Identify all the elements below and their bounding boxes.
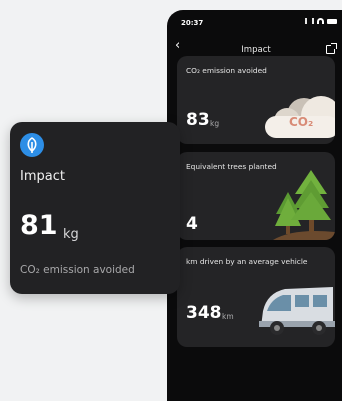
trees-planted-card[interactable]: Equivalent trees planted 4 bbox=[177, 152, 335, 240]
card-value: 348 bbox=[186, 303, 222, 323]
widget-unit: kg bbox=[63, 227, 79, 242]
status-icons bbox=[305, 18, 337, 24]
card-label: Equivalent trees planted bbox=[186, 162, 277, 171]
card-value: 4 bbox=[186, 214, 198, 234]
nav-bar: ‹ Impact bbox=[167, 36, 342, 58]
share-icon[interactable] bbox=[326, 43, 337, 54]
widget-caption: CO₂ emission avoided bbox=[20, 264, 135, 276]
page-title: Impact bbox=[241, 45, 271, 55]
wifi-icon bbox=[317, 18, 324, 24]
km-driven-card[interactable]: km driven by an average vehicle 348 km bbox=[177, 247, 335, 347]
battery-icon bbox=[327, 18, 337, 24]
status-time: 20:37 bbox=[181, 19, 204, 27]
leaf-icon bbox=[20, 133, 44, 157]
impact-widget[interactable]: Impact 81 kg CO₂ emission avoided bbox=[10, 122, 180, 294]
co2-avoided-card[interactable]: CO₂ emission avoided 83 kg CO₂ bbox=[177, 56, 335, 144]
card-value: 83 bbox=[186, 110, 210, 130]
widget-title: Impact bbox=[20, 169, 65, 184]
card-label: km driven by an average vehicle bbox=[186, 257, 308, 266]
status-bar: 20:37 bbox=[167, 10, 342, 36]
phone-screen: 20:37 ‹ Impact CO₂ emission avoided 83 k… bbox=[167, 10, 342, 401]
card-label: CO₂ emission avoided bbox=[186, 66, 267, 75]
trees-icon bbox=[273, 170, 335, 240]
co2-label: CO₂ bbox=[289, 115, 314, 129]
widget-value: 81 bbox=[20, 210, 58, 241]
card-unit: kg bbox=[210, 119, 220, 128]
van-icon bbox=[259, 287, 335, 335]
signal-icon bbox=[305, 18, 314, 24]
card-unit: km bbox=[222, 312, 234, 321]
